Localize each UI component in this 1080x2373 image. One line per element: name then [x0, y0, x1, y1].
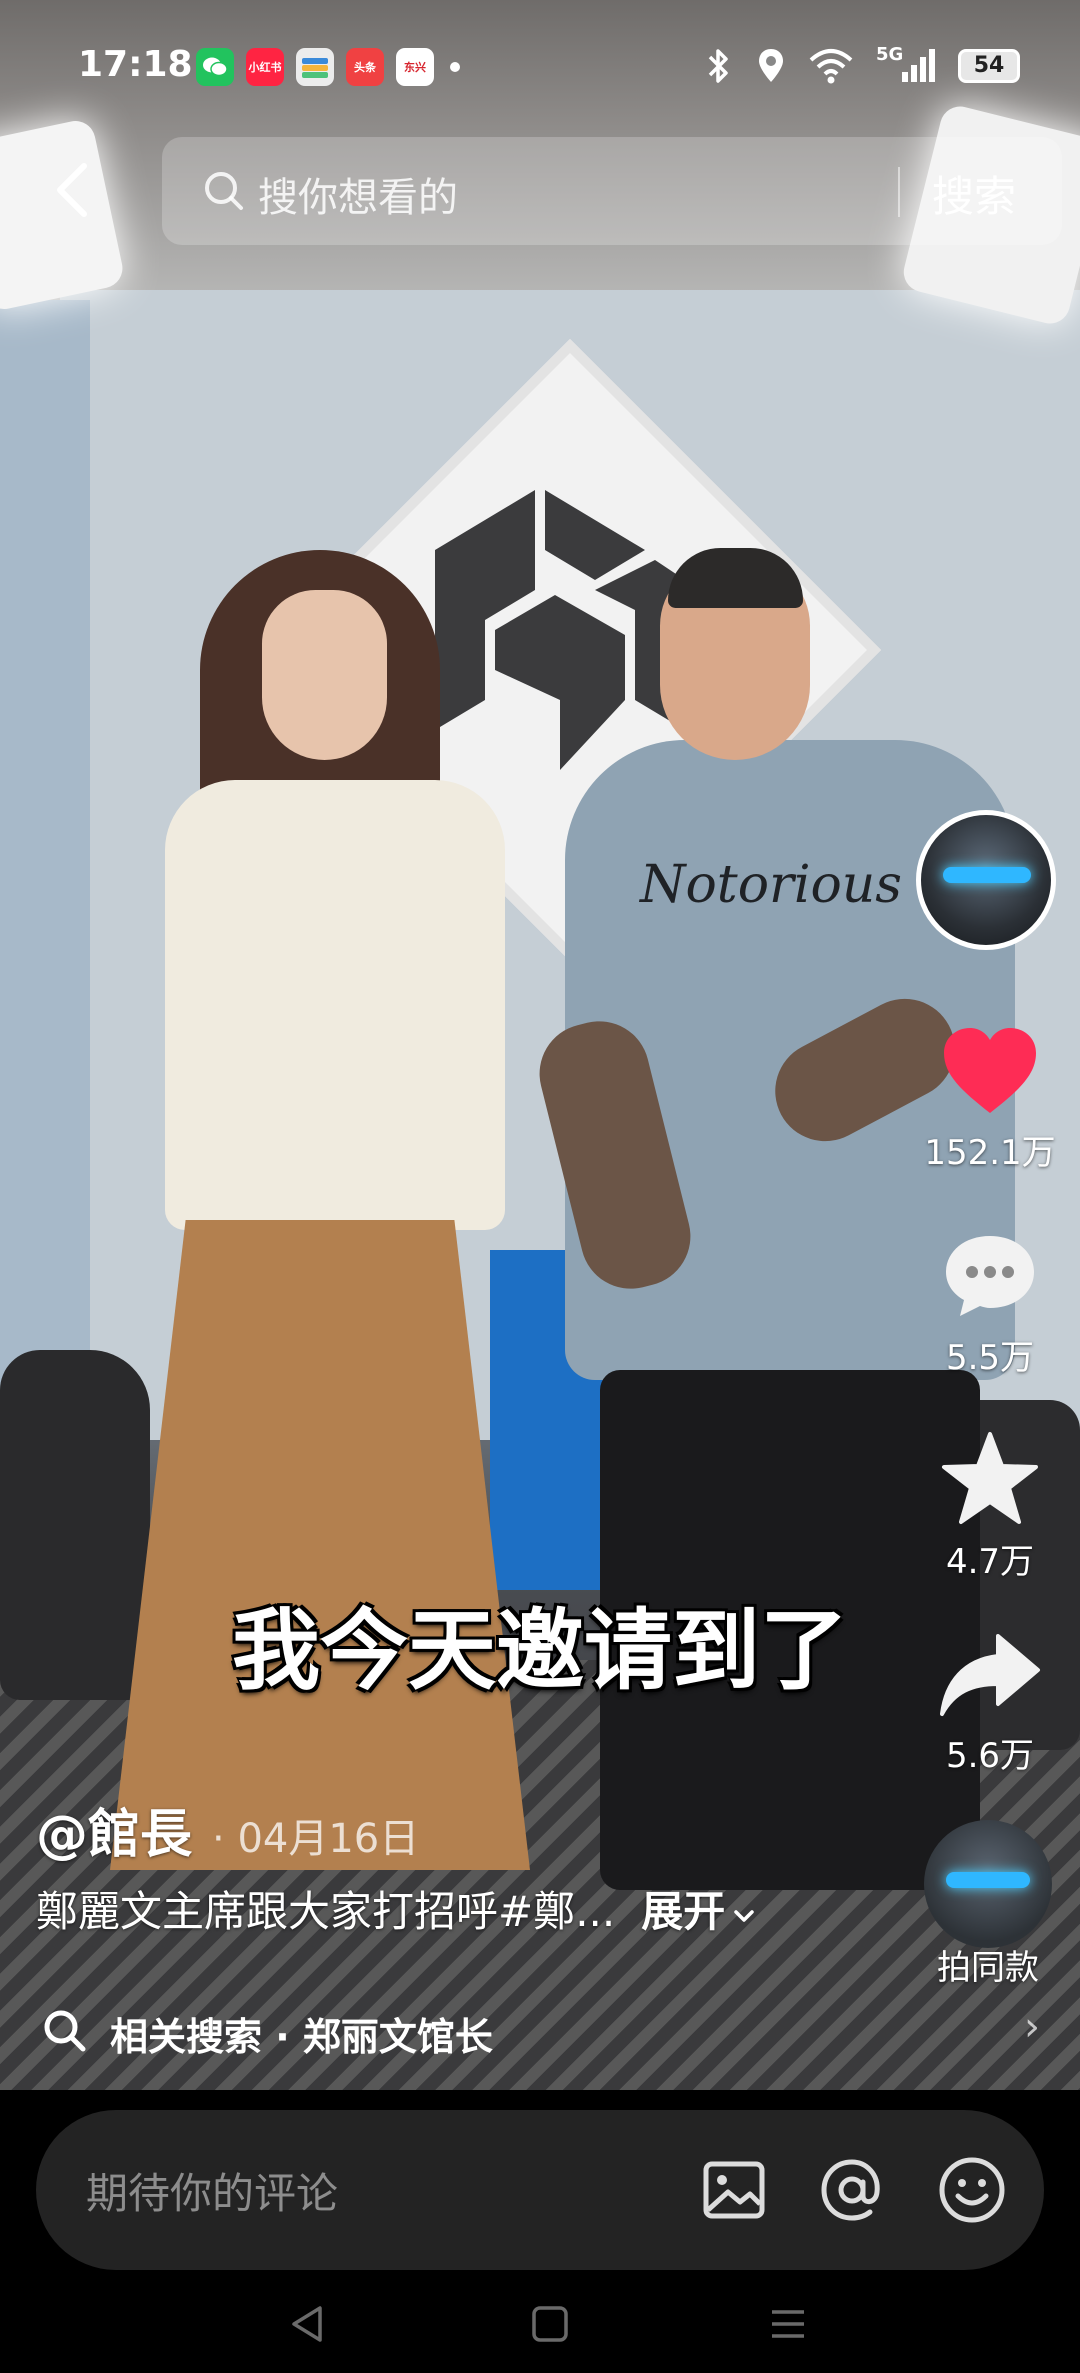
- remix-avatar-visor: [946, 1872, 1030, 1888]
- toutiao-icon: 头条: [346, 48, 384, 86]
- status-bar: 17:18 小红书 头条 东兴 5G 54: [0, 40, 1080, 100]
- share-icon[interactable]: [938, 1630, 1042, 1720]
- post-date: · 04月16日: [212, 1816, 420, 1862]
- comment-input[interactable]: 期待你的评论: [86, 2160, 338, 2221]
- shirt-print: Notorious: [640, 855, 902, 915]
- more-notifications-dot: [450, 62, 460, 72]
- author-avatar[interactable]: [916, 810, 1056, 950]
- battery-indicator: 54: [958, 49, 1020, 83]
- wallet-icon: [296, 48, 334, 86]
- avatar-visor: [943, 867, 1031, 883]
- chevron-right-icon: ›: [1024, 2004, 1040, 2050]
- favorite-count: 4.7万: [945, 1542, 1035, 1582]
- caption-text[interactable]: 鄭麗文主席跟大家打招呼#鄭...: [36, 1887, 615, 1936]
- search-icon: [44, 2010, 86, 2052]
- image-icon[interactable]: [696, 2152, 772, 2228]
- remix-avatar[interactable]: [924, 1820, 1052, 1948]
- search-button[interactable]: 搜索: [932, 163, 1016, 224]
- system-nav-bar: [0, 2270, 1080, 2373]
- dongfang-icon: 东兴: [396, 48, 434, 86]
- related-search-bar[interactable]: 相关搜索 · 郑丽文馆长 ›: [0, 1990, 1080, 2072]
- studio-wall-left: [0, 300, 90, 1450]
- video-subtitle: 我今天邀请到了: [231, 1599, 848, 1702]
- like-count: 152.1万: [924, 1133, 1056, 1173]
- comment-action[interactable]: 5.5万: [920, 1230, 1060, 1379]
- author-line: @館長 · 04月16日: [36, 1792, 419, 1867]
- woman-face: [262, 590, 387, 760]
- xiaohongshu-label: 小红书: [248, 61, 282, 74]
- favorite-action[interactable]: 4.7万: [920, 1430, 1060, 1583]
- wechat-icon: [196, 48, 234, 86]
- cellular-signal: 5G: [876, 44, 936, 86]
- nav-menu-icon[interactable]: [758, 2294, 818, 2354]
- network-type: 5G: [876, 44, 904, 65]
- status-time: 17:18: [78, 44, 193, 85]
- author-name[interactable]: @館長: [36, 1792, 192, 1867]
- back-button[interactable]: [48, 160, 98, 220]
- star-icon[interactable]: [940, 1430, 1040, 1526]
- comment-bar[interactable]: 期待你的评论: [36, 2110, 1044, 2270]
- chevron-down-icon: [734, 1910, 755, 1922]
- related-search-text[interactable]: 相关搜索 · 郑丽文馆长: [110, 2006, 493, 2061]
- expand-button[interactable]: 展开: [641, 1887, 757, 1936]
- wifi-icon: [809, 49, 853, 84]
- emoji-icon[interactable]: [934, 2152, 1010, 2228]
- xiaohongshu-icon: 小红书: [246, 48, 284, 86]
- share-count: 5.6万: [945, 1736, 1035, 1776]
- post-caption: 鄭麗文主席跟大家打招呼#鄭... 展开: [36, 1878, 757, 1939]
- like-action[interactable]: 152.1万: [920, 1025, 1060, 1174]
- heart-icon[interactable]: [940, 1025, 1040, 1117]
- search-bar[interactable]: 搜你想看的 搜索: [162, 137, 1062, 245]
- search-divider: [898, 167, 900, 217]
- nav-home-icon[interactable]: [520, 2294, 580, 2354]
- bluetooth-icon: [708, 49, 728, 83]
- video-player[interactable]: Notorious 我今天邀请到了: [0, 0, 1080, 2090]
- search-icon: [205, 172, 243, 210]
- toutiao-label: 头条: [354, 61, 376, 74]
- system-icons: 5G 54: [704, 44, 1020, 86]
- comment-count: 5.5万: [945, 1338, 1035, 1378]
- dongfang-label: 东兴: [404, 61, 426, 74]
- comment-icon[interactable]: [940, 1230, 1040, 1322]
- nav-back-icon[interactable]: [278, 2294, 338, 2354]
- share-action[interactable]: 5.6万: [920, 1630, 1060, 1777]
- search-input[interactable]: 搜你想看的: [258, 165, 458, 223]
- signal-icon: [902, 49, 935, 82]
- expand-label[interactable]: 展开: [641, 1887, 725, 1936]
- location-icon: [759, 49, 783, 82]
- mention-icon[interactable]: [814, 2152, 890, 2228]
- notification-icons: 小红书 头条 东兴: [196, 48, 460, 86]
- woman-top: [165, 780, 505, 1230]
- remix-action[interactable]: 拍同款: [918, 1820, 1058, 1989]
